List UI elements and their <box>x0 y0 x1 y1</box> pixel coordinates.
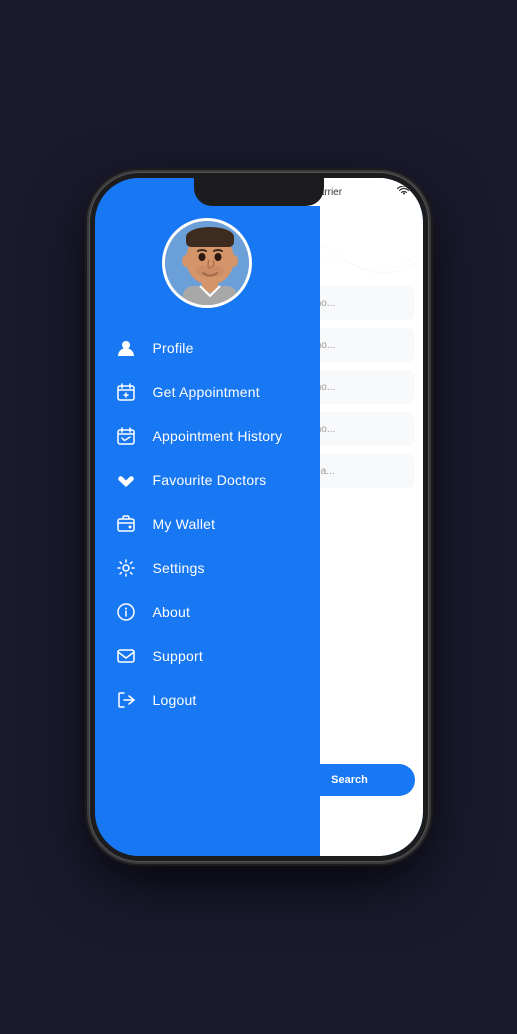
sidebar-item-get-appointment[interactable]: Get Appointment <box>95 370 320 414</box>
sidebar-item-my-wallet[interactable]: My Wallet <box>95 502 320 546</box>
logout-label: Logout <box>153 692 197 708</box>
appointment-history-icon <box>115 425 137 447</box>
notch <box>194 178 324 206</box>
get-appointment-icon <box>115 381 137 403</box>
search-button-label: Search <box>331 774 368 786</box>
my-wallet-icon <box>115 513 137 535</box>
sidebar: Profile Get Appointment <box>95 178 320 856</box>
appointment-history-label: Appointment History <box>153 428 283 444</box>
settings-icon <box>115 557 137 579</box>
wifi-icon <box>397 186 411 199</box>
profile-icon <box>115 337 137 359</box>
phone-screen: Carrier <box>95 178 423 856</box>
my-wallet-label: My Wallet <box>153 516 216 532</box>
get-appointment-label: Get Appointment <box>153 384 260 400</box>
avatar-container <box>95 218 320 308</box>
sidebar-item-about[interactable]: About <box>95 590 320 634</box>
sidebar-item-profile[interactable]: Profile <box>95 326 320 370</box>
about-label: About <box>153 604 191 620</box>
support-icon <box>115 645 137 667</box>
logout-icon <box>115 689 137 711</box>
sidebar-item-support[interactable]: Support <box>95 634 320 678</box>
support-label: Support <box>153 648 203 664</box>
sidebar-item-appointment-history[interactable]: Appointment History <box>95 414 320 458</box>
profile-label: Profile <box>153 340 194 356</box>
sidebar-item-favourite-doctors[interactable]: Favourite Doctors <box>95 458 320 502</box>
favourite-doctors-label: Favourite Doctors <box>153 472 267 488</box>
avatar <box>162 218 252 308</box>
settings-label: Settings <box>153 560 205 576</box>
favourite-doctors-icon <box>115 469 137 491</box>
sidebar-item-settings[interactable]: Settings <box>95 546 320 590</box>
phone-frame: Carrier <box>89 172 429 862</box>
about-icon <box>115 601 137 623</box>
sidebar-item-logout[interactable]: Logout <box>95 678 320 722</box>
menu-list: Profile Get Appointment <box>95 326 320 722</box>
